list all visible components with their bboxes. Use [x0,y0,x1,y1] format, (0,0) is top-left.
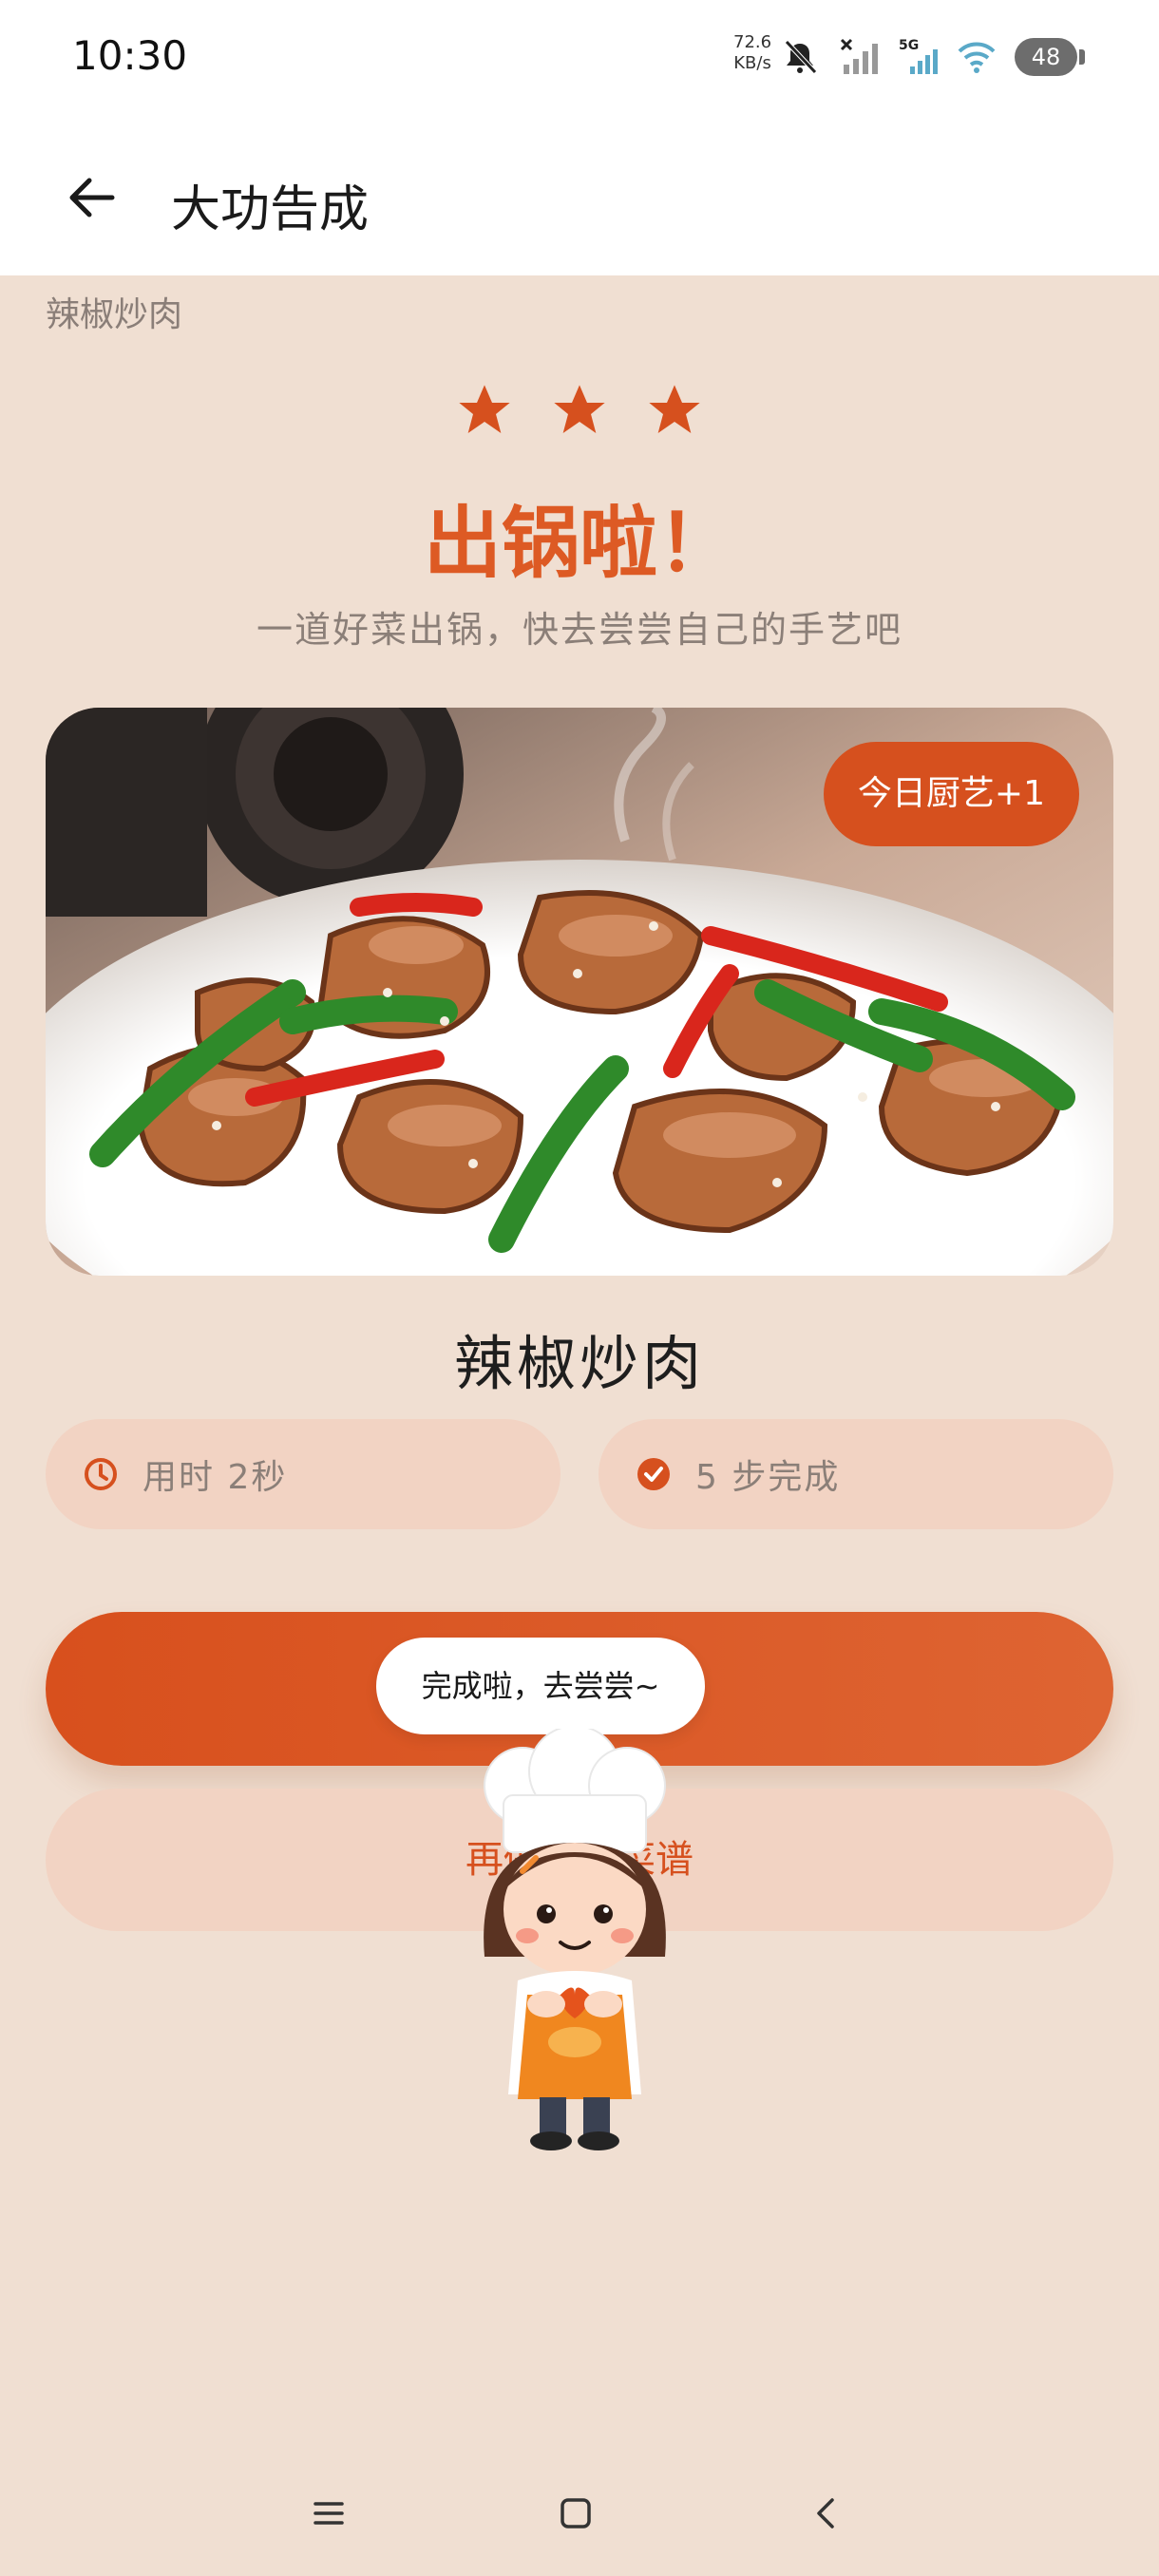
steps-stat: 5 步完成 [598,1419,1113,1529]
clock-icon [85,1458,117,1490]
bell-muted-icon [785,40,817,74]
app-screen: 10:30 72.6 KB/s 5G 48 大功告成 辣椒炒肉 出锅啦！ 一道好… [0,0,1159,2576]
nav-menu-button[interactable] [291,2475,367,2551]
recipe-label: 辣椒炒肉 [46,295,183,334]
dish-photo: 今日厨艺+1 [46,708,1113,1276]
nav-home-button[interactable] [538,2475,614,2551]
wifi-icon [958,42,996,73]
dish-name: 辣椒炒肉 [453,1329,705,1398]
nav-back-button[interactable] [788,2475,864,2551]
status-bar: 10:30 72.6 KB/s 5G 48 [0,0,1159,114]
time-stat: 用时 2秒 [46,1419,560,1529]
system-nav-bar [0,2451,1159,2576]
star-icon [649,385,700,433]
status-time: 10:30 [72,32,188,79]
time-stat-text: 用时 2秒 [142,1458,288,1497]
home-icon [560,2498,591,2529]
page-title: 大功告成 [171,181,370,238]
battery-icon: 48 [1015,38,1085,76]
signal-off-icon [840,38,878,74]
chef-mascot-icon[interactable] [466,1729,684,2156]
signal-5g-icon: 5G [899,38,938,74]
status-icons: 5G 48 [779,28,1085,85]
arrow-left-icon [69,178,115,218]
back-button[interactable] [53,160,129,236]
headline: 出锅啦！ [423,499,735,589]
back-icon [817,2498,834,2529]
network-label: 5G [899,38,919,53]
check-circle-icon [637,1458,670,1490]
steps-stat-text: 5 步完成 [695,1458,841,1497]
net-speed-unit: KB/s [733,53,771,73]
rating-stars [0,380,1159,441]
daily-cooking-badge: 今日厨艺+1 [823,742,1079,846]
mascot-speech-bubble: 完成啦，去尝尝~ [376,1638,705,1734]
net-speed: 72.6 KB/s [733,32,771,74]
app-header: 大功告成 [0,114,1159,275]
star-icon [459,385,510,433]
star-icon [554,385,605,433]
menu-icon [314,2502,344,2525]
net-speed-value: 72.6 [733,32,772,52]
tagline: 一道好菜出锅，快去尝尝自己的手艺吧 [256,609,902,651]
